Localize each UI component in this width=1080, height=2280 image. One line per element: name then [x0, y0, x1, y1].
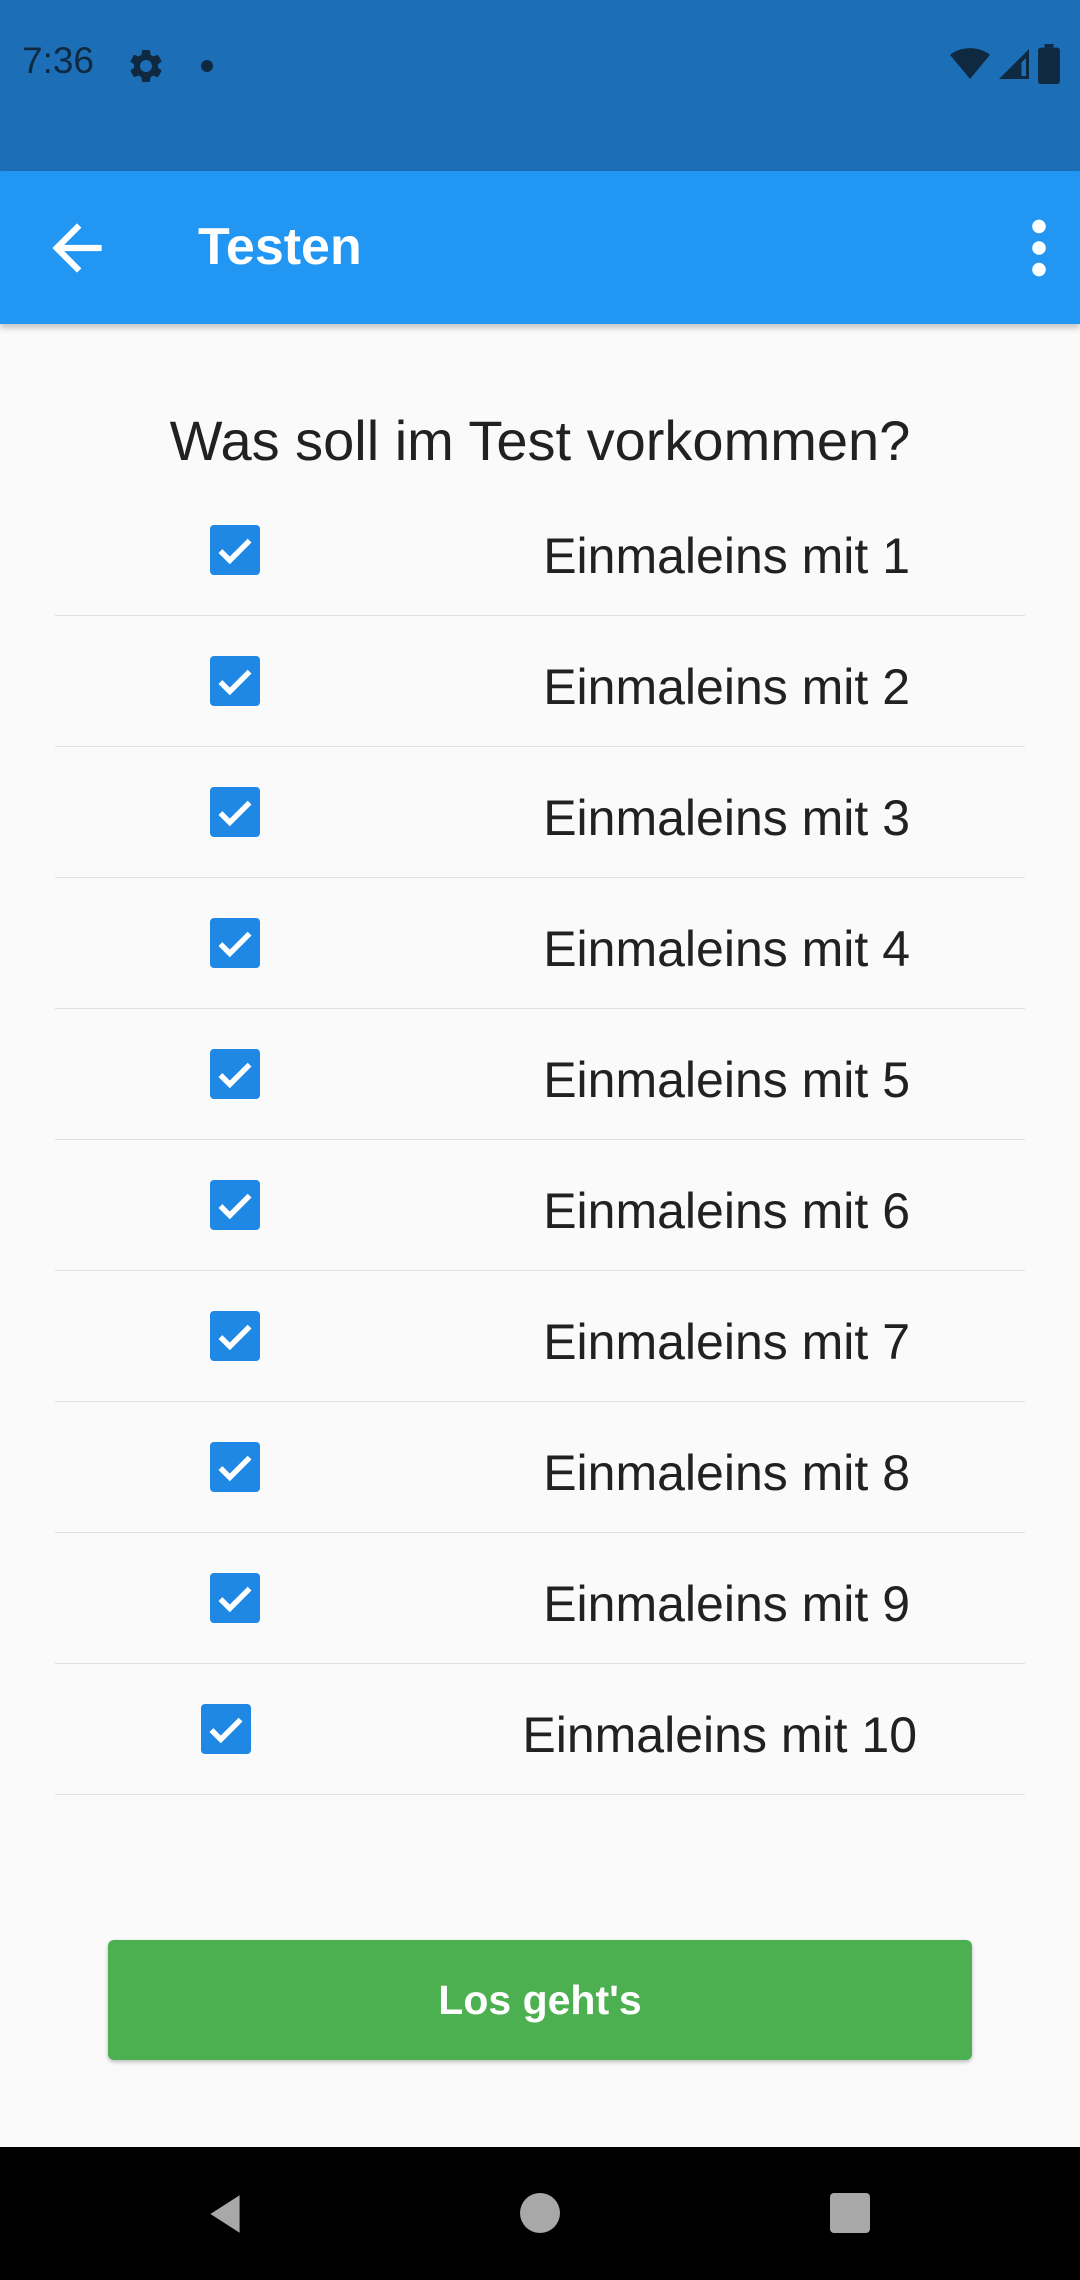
option-row-6[interactable]: Einmaleins mit 6 [55, 1140, 1025, 1271]
checkbox-4[interactable] [210, 918, 260, 968]
nav-recents-icon[interactable] [830, 2193, 870, 2233]
option-row-10[interactable]: Einmaleins mit 10 [55, 1664, 1025, 1795]
options-list: Einmaleins mit 1 Einmaleins mit 2 Einmal… [55, 485, 1025, 1795]
option-label-4: Einmaleins mit 4 [543, 921, 910, 977]
checkbox-8[interactable] [210, 1442, 260, 1492]
checkbox-6[interactable] [210, 1180, 260, 1230]
option-label-2: Einmaleins mit 2 [543, 659, 910, 715]
option-label-10: Einmaleins mit 10 [522, 1707, 917, 1763]
checkbox-5[interactable] [210, 1049, 260, 1099]
more-vert-icon[interactable] [1012, 211, 1066, 285]
option-row-1[interactable]: Einmaleins mit 1 [55, 485, 1025, 616]
status-bar: 7:36 [0, 0, 1080, 171]
checkbox-9[interactable] [210, 1573, 260, 1623]
option-label-5: Einmaleins mit 5 [543, 1052, 910, 1108]
page-title: Testen [198, 218, 362, 276]
option-label-9: Einmaleins mit 9 [543, 1576, 910, 1632]
option-row-2[interactable]: Einmaleins mit 2 [55, 616, 1025, 747]
wifi-icon [950, 47, 990, 86]
arrow-back-icon[interactable] [40, 211, 114, 285]
option-row-9[interactable]: Einmaleins mit 9 [55, 1533, 1025, 1664]
option-row-4[interactable]: Einmaleins mit 4 [55, 878, 1025, 1009]
option-row-5[interactable]: Einmaleins mit 5 [55, 1009, 1025, 1140]
option-row-7[interactable]: Einmaleins mit 7 [55, 1271, 1025, 1402]
option-row-8[interactable]: Einmaleins mit 8 [55, 1402, 1025, 1533]
checkbox-7[interactable] [210, 1311, 260, 1361]
gear-icon [126, 46, 166, 86]
notification-dot-icon [201, 60, 213, 72]
system-nav-bar [0, 2147, 1080, 2280]
option-label-6: Einmaleins mit 6 [543, 1183, 910, 1239]
checkbox-1[interactable] [210, 525, 260, 575]
option-label-1: Einmaleins mit 1 [543, 528, 910, 584]
option-label-3: Einmaleins mit 3 [543, 790, 910, 846]
option-label-7: Einmaleins mit 7 [543, 1314, 910, 1370]
question-heading: Was soll im Test vorkommen? [169, 409, 911, 472]
checkbox-3[interactable] [210, 787, 260, 837]
status-time: 7:36 [22, 40, 95, 81]
nav-back-icon[interactable] [200, 2189, 250, 2239]
status-icons [950, 43, 1060, 89]
checkbox-10[interactable] [201, 1704, 251, 1754]
start-test-button[interactable]: Los geht's [108, 1940, 972, 2060]
app-bar: Testen [0, 171, 1080, 324]
checkbox-2[interactable] [210, 656, 260, 706]
option-label-8: Einmaleins mit 8 [543, 1445, 910, 1501]
option-row-3[interactable]: Einmaleins mit 3 [55, 747, 1025, 878]
signal-icon [996, 46, 1032, 87]
nav-home-icon[interactable] [520, 2193, 560, 2233]
battery-icon [1038, 43, 1060, 89]
